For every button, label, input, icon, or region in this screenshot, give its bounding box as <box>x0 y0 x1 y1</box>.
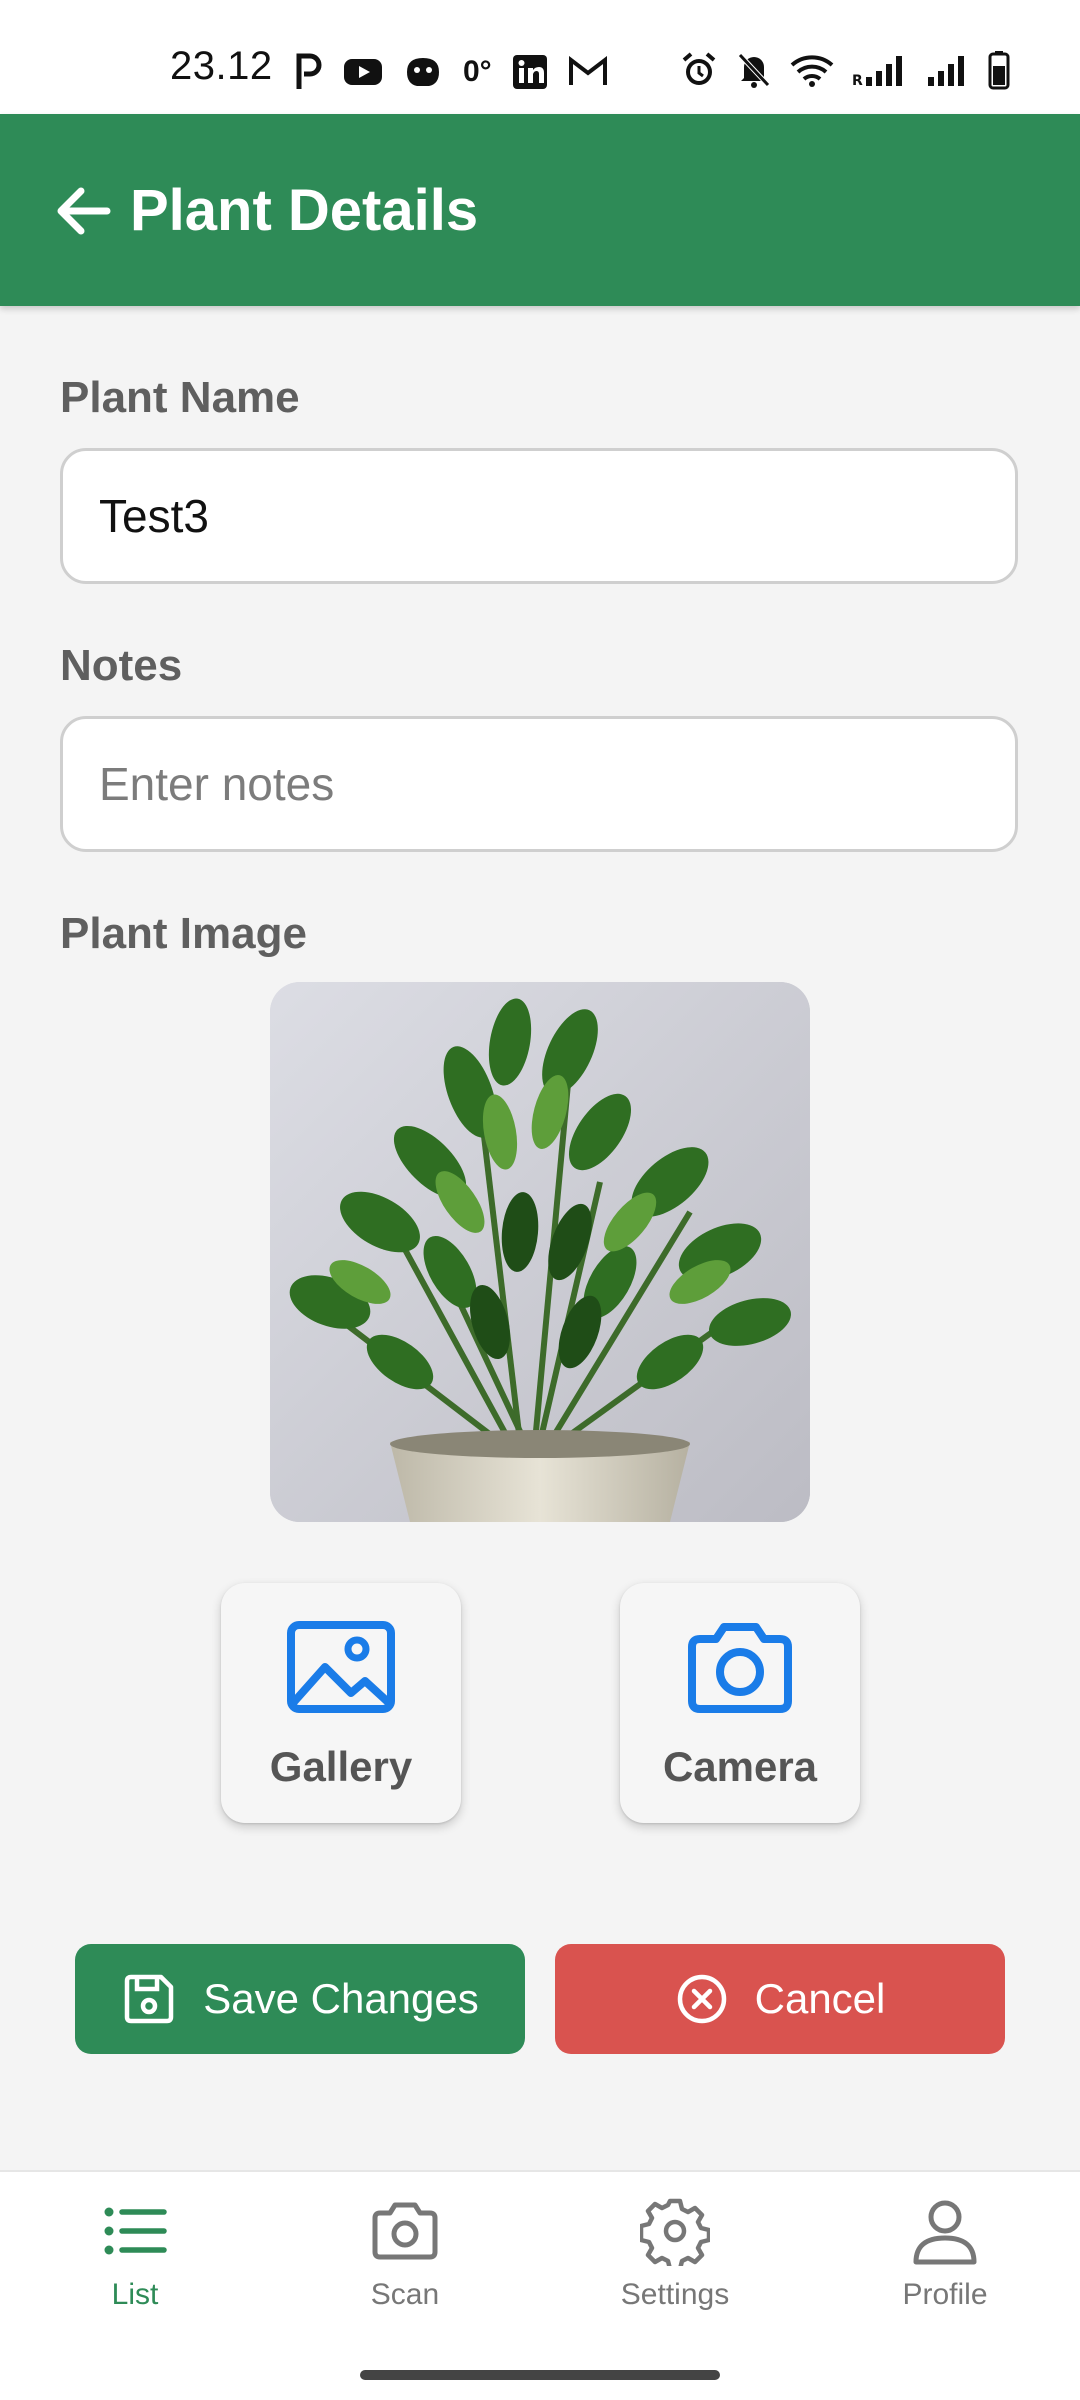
save-changes-button[interactable]: Save Changes <box>75 1944 525 2054</box>
camera-label: Camera <box>662 1743 818 1790</box>
page-title: Plant Details <box>130 178 479 243</box>
bottom-navigation: List Scan Settings Profile <box>0 2170 1080 2400</box>
status-time: 23.12 <box>170 44 273 88</box>
youtube-icon <box>343 57 383 87</box>
cancel-button[interactable]: Cancel <box>555 1944 1005 2054</box>
back-arrow-icon <box>57 187 111 235</box>
cancel-label: Cancel <box>754 1975 886 2022</box>
nav-label-settings: Settings <box>620 2278 730 2311</box>
signal-icon <box>926 53 970 87</box>
temperature-indicator: 0° <box>463 55 492 88</box>
notes-input[interactable] <box>60 716 1018 852</box>
status-bar: 23.12 0° R <box>0 0 1080 114</box>
plant-image <box>270 982 810 1522</box>
plant-image-label: Plant Image <box>60 909 307 958</box>
svg-text:R: R <box>852 73 863 87</box>
plant-details-screen: 23.12 0° R Plant Details Plant Name Test… <box>0 0 1080 2400</box>
person-icon <box>913 2200 977 2265</box>
gear-icon <box>640 2198 710 2266</box>
lion-app-icon <box>403 54 443 90</box>
notification-icons: 0° <box>295 50 608 94</box>
back-button[interactable] <box>48 176 118 246</box>
camera-icon <box>688 1623 792 1713</box>
nav-label-list: List <box>111 2278 159 2311</box>
battery-icon <box>988 50 1010 90</box>
nav-label-profile: Profile <box>902 2278 988 2311</box>
nav-item-profile[interactable]: Profile <box>810 2196 1080 2326</box>
nav-item-list[interactable]: List <box>0 2196 270 2326</box>
gallery-button[interactable]: Gallery <box>221 1583 461 1823</box>
notes-label: Notes <box>60 641 183 690</box>
nav-item-scan[interactable]: Scan <box>270 2196 540 2326</box>
linkedin-icon <box>512 54 548 90</box>
save-icon <box>124 1974 174 2024</box>
plant-name-label: Plant Name <box>60 373 300 422</box>
alarm-icon <box>680 51 718 89</box>
gmail-icon <box>568 56 608 88</box>
parking-notification-icon <box>295 53 323 91</box>
image-gallery-icon <box>287 1621 395 1713</box>
camera-icon <box>372 2202 438 2260</box>
nav-label-scan: Scan <box>370 2278 440 2311</box>
system-icons: R <box>680 48 1010 92</box>
save-changes-label: Save Changes <box>203 1975 479 2022</box>
plant-name-input[interactable] <box>60 448 1018 584</box>
signal-roaming-icon: R <box>852 53 908 87</box>
list-icon <box>104 2207 167 2255</box>
nav-item-settings[interactable]: Settings <box>540 2196 810 2326</box>
plant-photo <box>270 982 810 1522</box>
muted-bell-icon <box>736 51 772 89</box>
cancel-circle-icon <box>677 1974 726 2024</box>
wifi-icon <box>790 53 834 87</box>
app-bar: Plant Details <box>0 114 1080 306</box>
gallery-label: Gallery <box>269 1743 413 1790</box>
camera-button[interactable]: Camera <box>620 1583 860 1823</box>
home-indicator[interactable] <box>360 2370 720 2380</box>
